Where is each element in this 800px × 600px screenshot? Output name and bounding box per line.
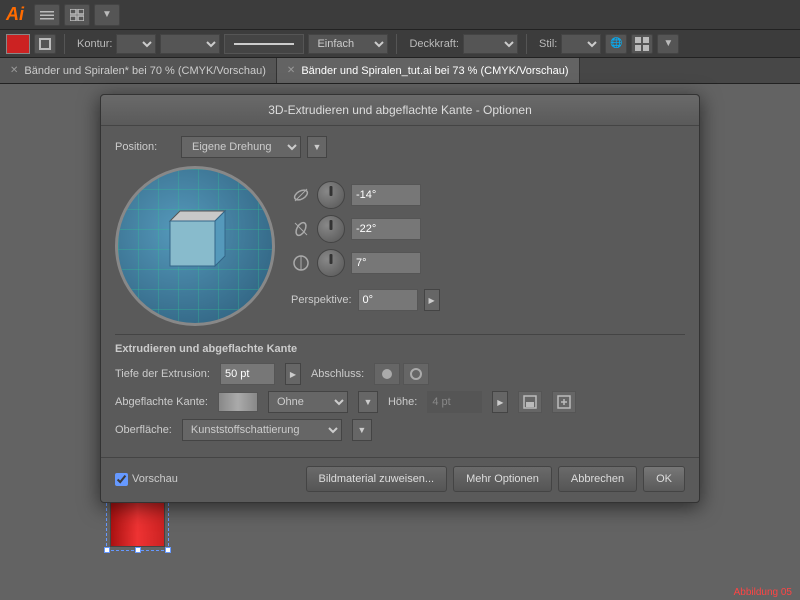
menu-bar: Ai ▼: [0, 0, 800, 30]
cap-btn-1[interactable]: [374, 363, 400, 385]
rot-row-z: [291, 249, 685, 277]
menu-icon-btn-3[interactable]: ▼: [94, 4, 120, 26]
abgeflachte-label: Abgeflachte Kante:: [115, 396, 208, 408]
stroke-preview: [224, 34, 304, 54]
toolbar: Kontur: Einfach Deckkraft: Stil: 🌐 ▼: [0, 30, 800, 58]
btn-bildmaterial[interactable]: Bildmaterial zuweisen...: [306, 466, 448, 492]
fill-swatch[interactable]: [6, 34, 30, 54]
kontur-select[interactable]: [116, 34, 156, 54]
rot-z-dial[interactable]: [317, 249, 345, 277]
rot-y-dial[interactable]: [317, 215, 345, 243]
perspective-arrow[interactable]: ▶: [424, 289, 440, 311]
rot-row-y: [291, 215, 685, 243]
extrusion-section-label: Extrudieren und abgeflachte Kante: [115, 343, 685, 355]
cube-area: Perspektive: ▶: [115, 166, 685, 326]
hoehe-label: Höhe:: [388, 396, 417, 408]
globe-icon-btn[interactable]: 🌐: [605, 34, 627, 54]
kontur-label: Kontur:: [77, 38, 112, 50]
save-bevel-btn-1[interactable]: [518, 391, 542, 413]
stroke-weight-select[interactable]: [160, 34, 220, 54]
main-area: 3D-Extrudieren und abgeflachte Kante - O…: [0, 84, 800, 600]
rot-z-icon: [291, 254, 311, 272]
dialog-footer: Vorschau Bildmaterial zuweisen... Mehr O…: [101, 457, 699, 502]
hoehe-arrow[interactable]: ▶: [492, 391, 508, 413]
btn-mehr[interactable]: Mehr Optionen: [453, 466, 552, 492]
app-logo: Ai: [6, 4, 24, 25]
dialog-title: 3D-Extrudieren und abgeflachte Kante - O…: [268, 103, 532, 117]
perspective-row: Perspektive: ▶: [291, 289, 685, 311]
dialog-overlay: 3D-Extrudieren und abgeflachte Kante - O…: [0, 84, 800, 600]
position-select[interactable]: Eigene Drehung: [181, 136, 301, 158]
section-divider: [115, 334, 685, 335]
stroke-line: [234, 43, 294, 45]
rotation-controls: Perspektive: ▶: [291, 166, 685, 326]
dialog-title-bar: 3D-Extrudieren und abgeflachte Kante - O…: [101, 95, 699, 126]
stil-label: Stil:: [539, 38, 557, 50]
btn-ok[interactable]: OK: [643, 466, 685, 492]
divider-3: [526, 34, 527, 54]
hoehe-input[interactable]: [427, 391, 482, 413]
perspective-label: Perspektive:: [291, 294, 352, 306]
rot-y-icon: [291, 220, 311, 238]
tab-1-label: Bänder und Spiralen* bei 70 % (CMYK/Vors…: [24, 65, 266, 77]
cap-buttons: [374, 363, 429, 385]
rot-y-input[interactable]: [351, 218, 421, 240]
abschluss-label: Abschluss:: [311, 368, 364, 380]
perspective-input[interactable]: [358, 289, 418, 311]
surface-arrow[interactable]: ▼: [352, 419, 372, 441]
menu-icon-btn-2[interactable]: [64, 4, 90, 26]
rot-x-dial[interactable]: [317, 181, 345, 209]
deckkraft-label: Deckkraft:: [409, 38, 459, 50]
preview-label: Vorschau: [132, 473, 178, 485]
dialog-3d-extrude: 3D-Extrudieren und abgeflachte Kante - O…: [100, 94, 700, 503]
position-label: Position:: [115, 141, 175, 153]
rot-z-input[interactable]: [351, 252, 421, 274]
tab-1-close[interactable]: ✕: [10, 65, 18, 76]
position-dropdown-arrow[interactable]: ▼: [307, 136, 327, 158]
preview-checkbox: Vorschau: [115, 473, 178, 486]
oberflaeche-label: Oberfläche:: [115, 424, 172, 436]
rot-x-icon: [291, 186, 311, 204]
oberflaeche-row: Oberfläche: Kunststoffschattierung ▼: [115, 419, 685, 441]
rot-row-x: [291, 181, 685, 209]
position-row: Position: Eigene Drehung ▼: [115, 136, 685, 158]
stroke-icon-btn[interactable]: [34, 34, 56, 54]
tiefe-label: Tiefe der Extrusion:: [115, 368, 210, 380]
deckkraft-select[interactable]: [463, 34, 518, 54]
tab-2[interactable]: ✕ Bänder und Spiralen_tut.ai bei 73 % (C…: [277, 58, 580, 83]
bevel-select[interactable]: Ohne: [268, 391, 348, 413]
btn-abbrechen[interactable]: Abbrechen: [558, 466, 637, 492]
tiefe-input[interactable]: [220, 363, 275, 385]
save-bevel-btn-2[interactable]: [552, 391, 576, 413]
surface-select[interactable]: Kunststoffschattierung: [182, 419, 342, 441]
cube-svg: [150, 201, 240, 291]
cap-btn-2[interactable]: [403, 363, 429, 385]
grid-view-btn[interactable]: [631, 34, 653, 54]
dialog-body: Position: Eigene Drehung ▼: [101, 126, 699, 457]
bevel-arrow[interactable]: ▼: [358, 391, 378, 413]
stroke-style-select[interactable]: Einfach: [308, 34, 388, 54]
extrusion-row-2: Abgeflachte Kante: Ohne ▼ Höhe: ▶: [115, 391, 685, 413]
extrusion-row-1: Tiefe der Extrusion: ▶ Abschluss:: [115, 363, 685, 385]
caption: Abbildung 05: [734, 587, 792, 598]
tiefe-arrow[interactable]: ▶: [285, 363, 301, 385]
stil-select[interactable]: [561, 34, 601, 54]
divider-1: [64, 34, 65, 54]
tab-2-close[interactable]: ✕: [287, 65, 295, 76]
extra-btn[interactable]: ▼: [657, 34, 679, 54]
rot-x-input[interactable]: [351, 184, 421, 206]
divider-2: [396, 34, 397, 54]
tabs-bar: ✕ Bänder und Spiralen* bei 70 % (CMYK/Vo…: [0, 58, 800, 84]
tab-2-label: Bänder und Spiralen_tut.ai bei 73 % (CMY…: [301, 65, 568, 77]
cube-preview: [115, 166, 275, 326]
preview-check[interactable]: [115, 473, 128, 486]
menu-icon-btn-1[interactable]: [34, 4, 60, 26]
tab-1[interactable]: ✕ Bänder und Spiralen* bei 70 % (CMYK/Vo…: [0, 58, 277, 83]
bevel-swatch: [218, 392, 258, 412]
